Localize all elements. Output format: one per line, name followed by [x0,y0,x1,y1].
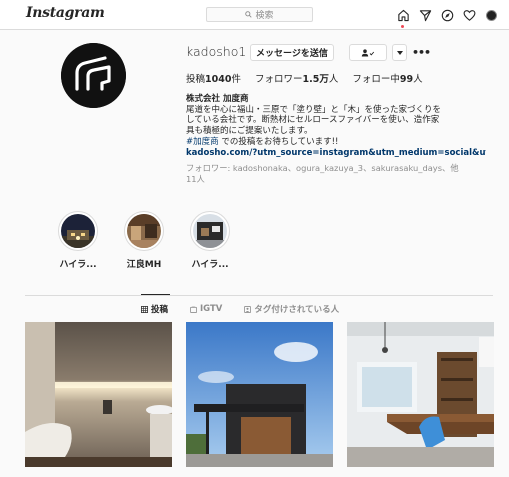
highlight-ring [58,211,98,251]
direct-button[interactable] [414,7,436,23]
highlight-item[interactable]: 江良MH [111,211,177,270]
profile-username: kadosho1 [186,44,247,59]
highlight-cover [193,214,227,248]
post-image [347,322,494,467]
followers-count[interactable]: フォロワー1.5万人 [255,71,338,85]
bio-line-4-text: での投稿をお待ちしています!! [218,136,339,147]
profile-stats: 投稿1040件 フォロワー1.5万人 フォロー中99人 [186,71,437,85]
post-thumbnail[interactable] [25,322,172,467]
post-image [25,322,172,467]
grid-icon [141,305,148,313]
tab-igtv[interactable]: IGTV [190,303,222,315]
posts-grid [25,322,494,467]
posts-value: 1040 [205,74,232,85]
followers-value: 1.5万 [302,74,329,85]
direct-icon [419,9,431,21]
highlight-cover-image [61,214,95,248]
website-link[interactable]: kadosho.com/?utm_source=instagram&utm_me… [186,148,486,159]
bio-line-3: 具も積極的にご提案いたします。 [186,126,313,137]
instagram-logo[interactable]: Instagram [26,5,105,21]
following-value: 99 [399,74,414,85]
profile-button[interactable] [480,7,502,23]
followed-by[interactable]: フォロワー: kadoshonaka、ogura_kazuya_3、sakura… [186,163,492,184]
highlight-cover [61,214,95,248]
chevron-down-icon [396,50,403,55]
more-options-button[interactable]: ••• [411,45,431,59]
bio-line-1: 尾道を中心に福山・三原で「塗り壁」と「木」を使った家づくりを [186,104,442,115]
tab-igtv-label: IGTV [200,304,223,314]
bio-hashtag-link[interactable]: #加度商 [186,137,219,147]
home-icon [397,9,409,21]
followed-by-names: kadoshonaka、ogura_kazuya_3、sakurasaku_da… [232,163,459,174]
posts-label: 投稿 [186,74,206,85]
following-label: フォロー中 [352,74,400,85]
notification-dot [401,25,404,28]
tab-posts-label: 投稿 [151,305,169,315]
highlight-cover-image [127,214,161,248]
highlight-ring [124,211,164,251]
search-icon [245,11,253,18]
tab-tagged[interactable]: タグ付けされている人 [244,303,339,315]
profile-avatar [485,9,497,21]
followers-unit: 人 [328,74,339,85]
highlight-label: ハイラ... [191,260,229,270]
following-count[interactable]: フォロー中99人 [352,71,422,85]
tab-tagged-label: タグ付けされている人 [254,305,340,315]
explore-button[interactable] [436,7,458,23]
person-check-icon [361,48,375,56]
top-navigation-bar: Instagram 検索 [0,0,509,30]
highlight-label: 江良MH [126,260,162,270]
bio-line-2: している会社です。断熱材にセルロースファイバーを使い、造作家 [186,115,440,126]
profile-tabs: 投稿 IGTV タグ付けされている人 [141,303,361,315]
posts-unit: 件 [231,74,241,85]
search-input[interactable]: 検索 [206,7,313,22]
kadosho-logo-image [61,43,126,108]
highlight-item[interactable]: ハイラ... [45,211,111,270]
profile-picture[interactable] [61,43,126,108]
story-highlights: ハイラ... 江良MH ハイラ... [45,211,243,270]
tab-posts[interactable]: 投稿 [141,303,168,315]
followed-by-prefix: フォロワー: [186,163,233,174]
highlight-label: ハイラ... [59,260,97,270]
highlight-cover [127,214,161,248]
highlight-item[interactable]: ハイラ... [177,211,243,270]
profile-bio: 株式会社 加度商 尾道を中心に福山・三原で「塗り壁」と「木」を使った家づくりを … [186,94,492,185]
following-button[interactable] [349,44,387,61]
post-thumbnail[interactable] [186,322,333,467]
suggested-accounts-dropdown[interactable] [392,44,407,61]
home-button[interactable] [392,7,414,28]
tagged-icon [244,305,252,313]
post-image [186,322,333,467]
highlight-cover-image [193,214,227,248]
active-tab-indicator [141,294,170,295]
activity-button[interactable] [458,7,480,23]
post-thumbnail[interactable] [347,322,494,467]
highlight-ring [190,211,230,251]
bio-line-4: #加度商 での投稿をお待ちしています!! [186,137,492,148]
explore-icon [441,9,453,21]
igtv-icon [190,305,197,313]
following-unit: 人 [413,74,423,85]
posts-count: 投稿1040件 [186,71,241,85]
send-message-button[interactable]: メッセージを送信 [250,44,334,61]
tabs-divider [25,295,493,296]
followers-label: フォロワー [254,74,303,85]
followed-by-count: 11人 [186,173,205,184]
search-placeholder: 検索 [255,11,274,21]
heart-icon [463,9,475,21]
nav-icons [392,7,502,28]
profile-full-name: 株式会社 加度商 [186,94,249,104]
more-options-icon: ••• [411,45,431,59]
